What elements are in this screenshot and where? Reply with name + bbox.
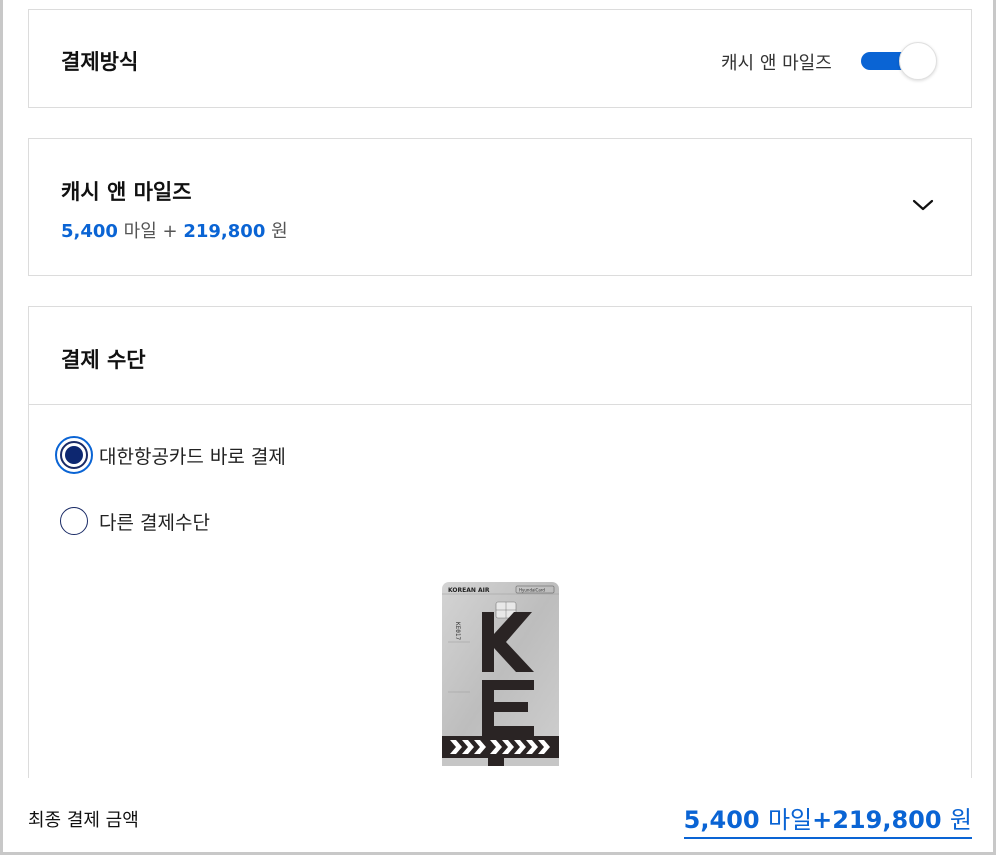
- chevron-down-icon[interactable]: [911, 197, 935, 213]
- total-miles: 5,400: [683, 806, 760, 834]
- svg-text:HyundaiCard: HyundaiCard: [519, 588, 545, 593]
- payment-means-panel: 결제 수단 대한항공카드 바로 결제 다른 결제수단 KOREAN AIR Hy…: [28, 306, 972, 846]
- radio-unselected-icon[interactable]: [55, 502, 93, 540]
- korean-air-card-image: KOREAN AIR HyundaiCard KE017: [442, 582, 559, 766]
- radio-option-korean-air-card[interactable]: 대한항공카드 바로 결제: [55, 435, 286, 475]
- toggle-knob: [899, 42, 937, 80]
- total-cash: 219,800: [832, 806, 942, 834]
- svg-text:KOREAN AIR: KOREAN AIR: [448, 587, 490, 594]
- payment-means-header: 결제 수단: [29, 307, 971, 405]
- cash-and-miles-title: 캐시 앤 마일즈: [61, 180, 192, 204]
- cash-and-miles-toggle[interactable]: [861, 42, 937, 80]
- total-miles-unit: 마일: [767, 806, 813, 834]
- radio-option-label: 대한항공카드 바로 결제: [99, 445, 286, 468]
- payment-method-panel: 결제방식 캐시 앤 마일즈: [28, 9, 972, 108]
- total-cash-unit: 원: [949, 806, 972, 834]
- miles-unit: 마일: [123, 221, 157, 242]
- radio-option-other-payment[interactable]: 다른 결제수단: [55, 501, 210, 541]
- final-payment-footer: 최종 결제 금액 5,400 마일+219,800 원: [0, 778, 996, 855]
- radio-selected-icon[interactable]: [55, 436, 93, 474]
- final-payment-label: 최종 결제 금액: [28, 810, 139, 831]
- cash-and-miles-toggle-label: 캐시 앤 마일즈: [721, 53, 832, 74]
- total-plus: +: [812, 806, 833, 834]
- cash-value: 219,800: [183, 221, 266, 242]
- cash-unit: 원: [271, 221, 288, 242]
- cash-and-miles-amount: 5,400 마일 + 219,800 원: [61, 217, 288, 243]
- radio-option-label: 다른 결제수단: [99, 511, 210, 534]
- final-payment-total[interactable]: 5,400 마일+219,800 원: [683, 800, 972, 839]
- payment-means-title: 결제 수단: [61, 348, 146, 372]
- svg-text:KE017: KE017: [454, 622, 461, 640]
- plus-sign: +: [162, 221, 178, 242]
- miles-value: 5,400: [61, 221, 118, 242]
- payment-method-title: 결제방식: [61, 50, 139, 74]
- cash-and-miles-panel[interactable]: 캐시 앤 마일즈 5,400 마일 + 219,800 원: [28, 138, 972, 276]
